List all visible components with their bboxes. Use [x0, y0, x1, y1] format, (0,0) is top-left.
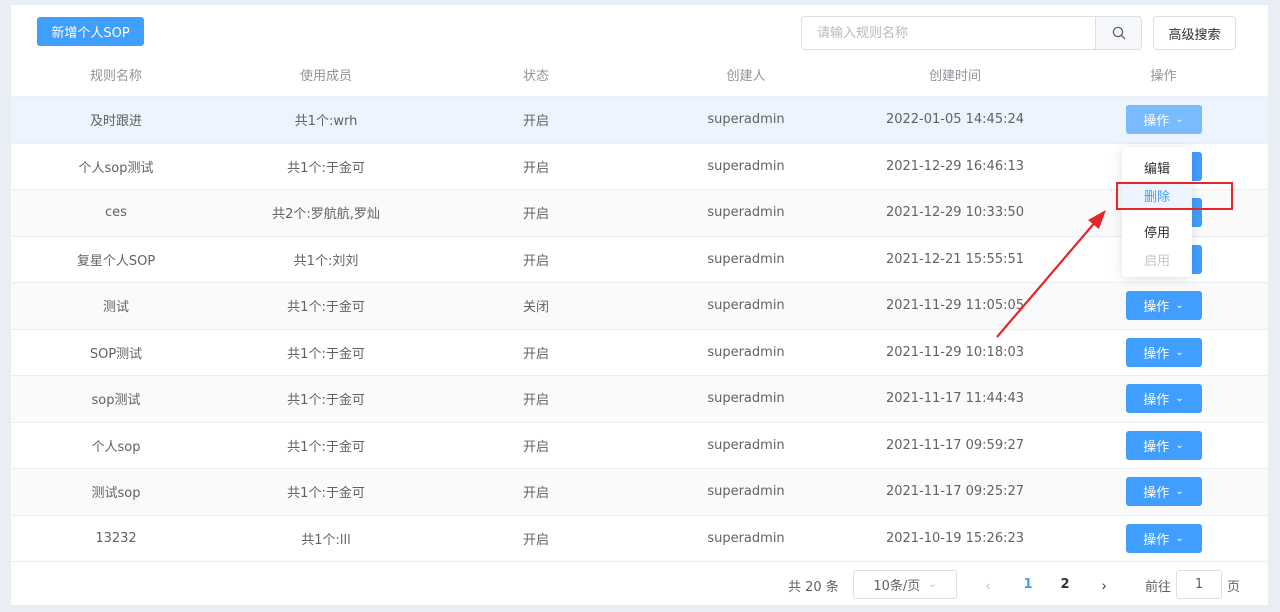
annotation-arrow: [996, 210, 1106, 338]
